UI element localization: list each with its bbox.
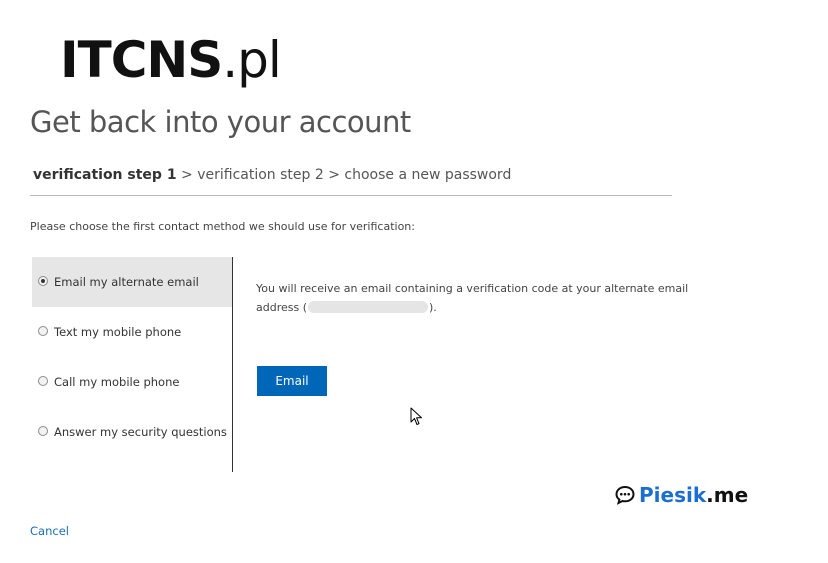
redacted-email-address (308, 301, 429, 313)
method-description: You will receive an email containing a v… (256, 279, 696, 317)
breadcrumb-separator: > (181, 167, 193, 183)
method-option-label: Text my mobile phone (54, 325, 182, 339)
page-title: Get back into your account (30, 105, 411, 139)
breadcrumb-step-1: verification step 1 (33, 167, 177, 183)
breadcrumb-separator: > (328, 167, 340, 183)
piesik-watermark: Piesik .me (615, 483, 748, 507)
breadcrumb-step-3: choose a new password (344, 167, 512, 183)
mouse-pointer-icon (410, 407, 422, 425)
logo-domain: .pl (222, 31, 282, 89)
itcns-watermark-logo: ITCNS.pl (60, 30, 282, 90)
breadcrumb: verification step 1 > verification step … (33, 167, 511, 183)
email-button[interactable]: Email (257, 366, 327, 396)
breadcrumb-divider (30, 195, 672, 196)
description-text-after: ). (429, 301, 437, 314)
radio-button-icon[interactable] (38, 425, 48, 436)
method-option-label: Call my mobile phone (54, 375, 180, 389)
breadcrumb-step-2: verification step 2 (197, 167, 324, 183)
radio-button-icon[interactable] (38, 325, 48, 336)
method-option-text[interactable]: Text my mobile phone (32, 307, 232, 357)
cancel-link[interactable]: Cancel (30, 524, 69, 538)
logo-brand: ITCNS (60, 31, 223, 89)
method-option-call[interactable]: Call my mobile phone (32, 357, 232, 407)
method-option-label: Answer my security questions (54, 425, 227, 439)
method-option-security-questions[interactable]: Answer my security questions (32, 407, 232, 457)
method-option-email[interactable]: Email my alternate email (32, 257, 232, 307)
watermark-tld: .me (706, 483, 749, 507)
contact-method-list: Email my alternate email Text my mobile … (32, 257, 233, 472)
radio-button-icon[interactable] (38, 275, 48, 286)
watermark-brand: Piesik (639, 483, 707, 507)
radio-button-icon[interactable] (38, 375, 48, 386)
method-option-label: Email my alternate email (54, 275, 199, 289)
chat-bubble-icon (615, 485, 635, 505)
instructions-text: Please choose the first contact method w… (30, 220, 415, 233)
